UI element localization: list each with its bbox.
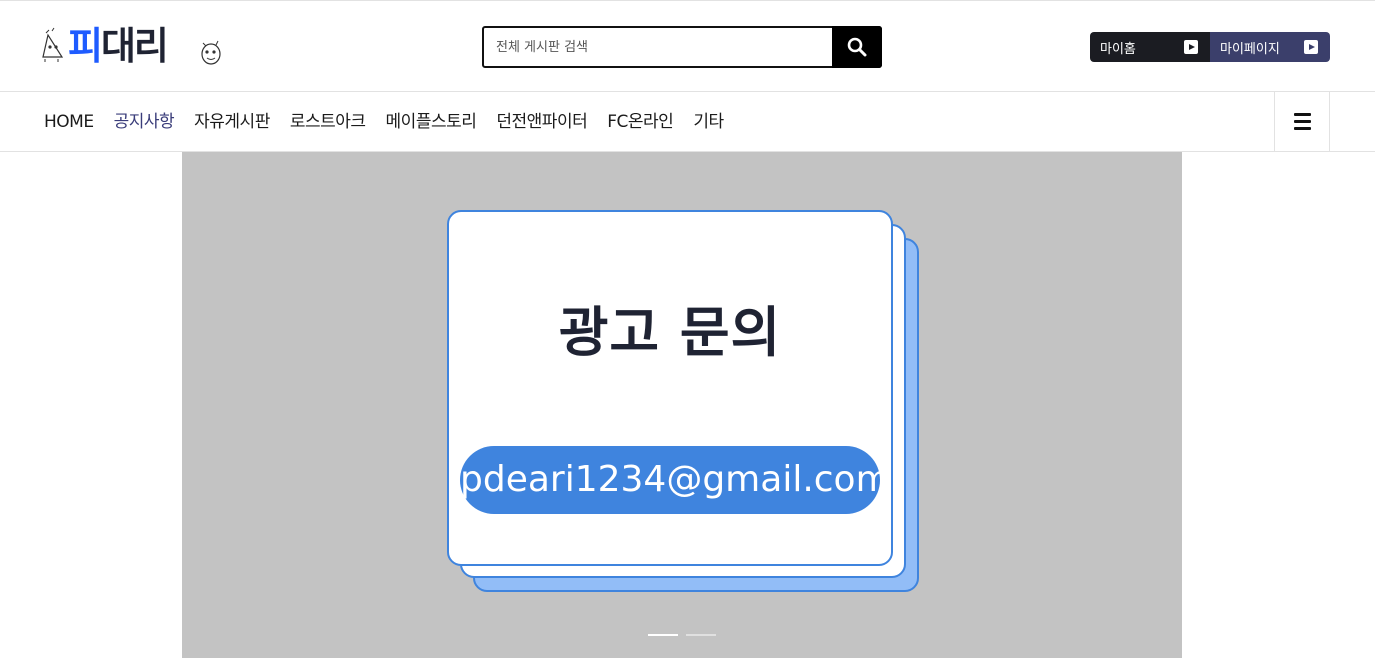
- play-icon: [1304, 40, 1318, 54]
- play-icon: [1184, 40, 1198, 54]
- nav-item-free-board[interactable]: 자유게시판: [184, 92, 280, 152]
- ad-banner-slider[interactable]: 광고 문의 pdeari1234@gmail.com: [182, 152, 1182, 658]
- main-nav: HOME 공지사항 자유게시판 로스트아크 메이플스토리 던전앤파이터 FC온라…: [0, 92, 1375, 152]
- my-home-button[interactable]: 마이홈: [1090, 32, 1210, 62]
- search-input[interactable]: [484, 28, 834, 66]
- my-page-button[interactable]: 마이페이지: [1210, 32, 1330, 62]
- nav-item-lost-ark[interactable]: 로스트아크: [280, 92, 376, 152]
- search-box: [482, 26, 882, 68]
- menu-button[interactable]: [1274, 92, 1330, 151]
- ad-inquiry-card: 광고 문의 pdeari1234@gmail.com: [447, 210, 893, 566]
- nav-item-dungeon-fighter[interactable]: 던전앤파이터: [486, 92, 597, 152]
- nav-item-fc-online[interactable]: FC온라인: [597, 92, 683, 152]
- slider-pagination: [648, 634, 716, 636]
- search-button[interactable]: [832, 26, 882, 68]
- mascot-icon: [201, 40, 221, 65]
- nav-item-etc[interactable]: 기타: [683, 92, 733, 152]
- nav-item-notice[interactable]: 공지사항: [104, 92, 185, 152]
- slide-indicator-1[interactable]: [648, 634, 678, 636]
- slide-indicator-2[interactable]: [686, 634, 716, 636]
- my-home-label: 마이홈: [1100, 41, 1136, 57]
- nav-item-home[interactable]: HOME: [34, 92, 104, 152]
- nav-list: HOME 공지사항 자유게시판 로스트아크 메이플스토리 던전앤파이터 FC온라…: [34, 92, 734, 152]
- site-logo[interactable]: 피대리: [40, 23, 225, 71]
- logo-text-2: 대리: [100, 24, 169, 68]
- my-page-label: 마이페이지: [1220, 41, 1280, 57]
- nav-item-maplestory[interactable]: 메이플스토리: [376, 92, 487, 152]
- logo-text-1: 피: [68, 24, 103, 68]
- ad-inquiry-title: 광고 문의: [558, 301, 782, 364]
- site-header: 피대리 마이홈 마이페이지: [0, 0, 1375, 92]
- contact-email: pdeari1234@gmail.com: [460, 446, 891, 514]
- logo-wordmark: 피대리: [68, 23, 169, 69]
- search-icon: [847, 37, 867, 57]
- hamburger-icon: [1293, 111, 1311, 132]
- mascot-icon: [42, 27, 64, 62]
